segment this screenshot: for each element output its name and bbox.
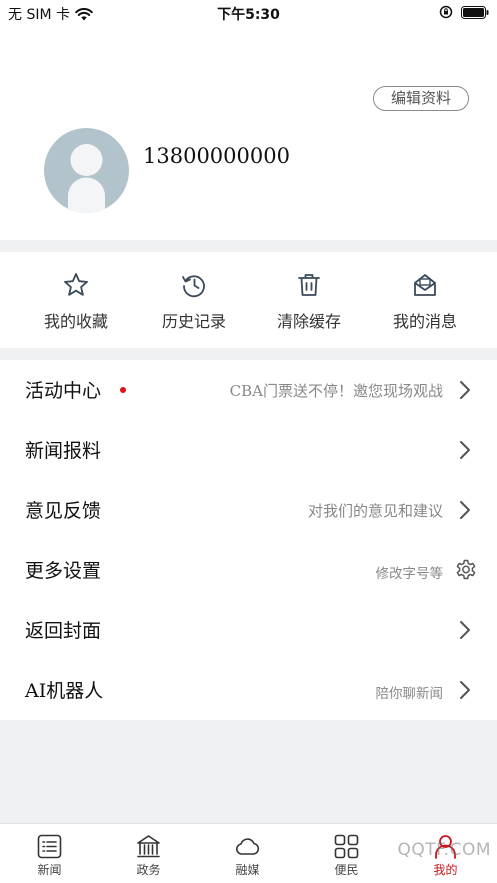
chevron-right-icon xyxy=(460,681,470,699)
settings-menu: 活动中心 CBA门票送不停！邀您现场观战 新闻报料 意见反馈 对我们的意见和建议… xyxy=(0,360,497,720)
menu-item-subtitle: 对我们的意见和建议 xyxy=(307,502,443,520)
menu-item-title: 返回封面 xyxy=(25,620,102,642)
menu-item-title: AI机器人 xyxy=(25,680,104,702)
clear-cache-label: 清除缓存 xyxy=(276,312,341,331)
menu-item-back-to-cover[interactable]: 返回封面 xyxy=(0,600,497,660)
menu-item-more-settings[interactable]: 更多设置 修改字号等 xyxy=(0,540,497,600)
messages-label: 我的消息 xyxy=(392,312,457,331)
default-avatar-icon xyxy=(68,144,105,213)
chevron-right-icon xyxy=(460,501,470,519)
status-bar: 无 SIM 卡 下午5:30 xyxy=(0,0,497,26)
menu-item-title: 新闻报料 xyxy=(25,440,102,462)
history-label: 历史记录 xyxy=(161,312,226,331)
gear-icon xyxy=(456,559,476,580)
history-button[interactable]: 历史记录 xyxy=(132,252,256,348)
messages-button[interactable]: 我的消息 xyxy=(363,252,487,348)
news-icon xyxy=(37,834,62,859)
notification-badge xyxy=(120,387,126,393)
tab-label: 便民 xyxy=(334,863,359,877)
menu-item-subtitle: 修改字号等 xyxy=(375,566,444,582)
menu-item-ai-robot[interactable]: AI机器人 陪你聊新闻 xyxy=(0,660,497,720)
tab-news[interactable]: 新闻 xyxy=(0,824,99,883)
menu-item-subtitle: 陪你聊新闻 xyxy=(375,686,444,702)
favorites-label: 我的收藏 xyxy=(43,312,108,331)
avatar[interactable] xyxy=(44,128,129,213)
message-icon xyxy=(414,274,436,296)
tab-media[interactable]: 融媒 xyxy=(198,824,297,883)
tab-label: 政务 xyxy=(136,863,161,877)
chevron-right-icon xyxy=(460,381,470,399)
menu-item-title: 更多设置 xyxy=(25,560,102,582)
menu-item-title: 活动中心 xyxy=(25,380,102,402)
history-icon xyxy=(182,275,205,298)
battery-icon xyxy=(461,5,489,19)
profile-header: 编辑资料 13800000000 xyxy=(0,26,497,240)
tab-label: 融媒 xyxy=(235,863,260,877)
clear-cache-button[interactable]: 清除缓存 xyxy=(247,252,371,348)
cloud-icon xyxy=(235,838,260,855)
tab-government[interactable]: 政务 xyxy=(99,824,198,883)
chevron-right-icon xyxy=(460,621,470,639)
tab-services[interactable]: 便民 xyxy=(297,824,396,883)
user-phone: 13800000000 xyxy=(143,144,290,168)
star-icon xyxy=(64,273,88,296)
rotation-lock-icon xyxy=(439,5,453,19)
grid-icon xyxy=(334,834,359,859)
menu-item-activity-center[interactable]: 活动中心 CBA门票送不停！邀您现场观战 xyxy=(0,360,497,420)
edit-profile-button[interactable]: 编辑资料 xyxy=(373,86,469,111)
status-time: 下午5:30 xyxy=(217,7,280,23)
chevron-right-icon xyxy=(460,441,470,459)
menu-item-news-tip[interactable]: 新闻报料 xyxy=(0,420,497,480)
tab-label: 新闻 xyxy=(37,863,62,877)
quick-actions: 我的收藏 历史记录 清除缓存 我的消息 xyxy=(0,252,497,348)
tab-label: 我的 xyxy=(433,863,458,877)
favorites-button[interactable]: 我的收藏 xyxy=(14,252,138,348)
watermark: QQTF.COM xyxy=(397,840,491,860)
menu-item-title: 意见反馈 xyxy=(25,500,102,522)
status-right xyxy=(439,5,489,19)
government-icon xyxy=(137,835,160,858)
menu-item-feedback[interactable]: 意见反馈 对我们的意见和建议 xyxy=(0,480,497,540)
menu-item-subtitle: CBA门票送不停！邀您现场观战 xyxy=(229,382,443,400)
trash-icon xyxy=(298,274,320,296)
